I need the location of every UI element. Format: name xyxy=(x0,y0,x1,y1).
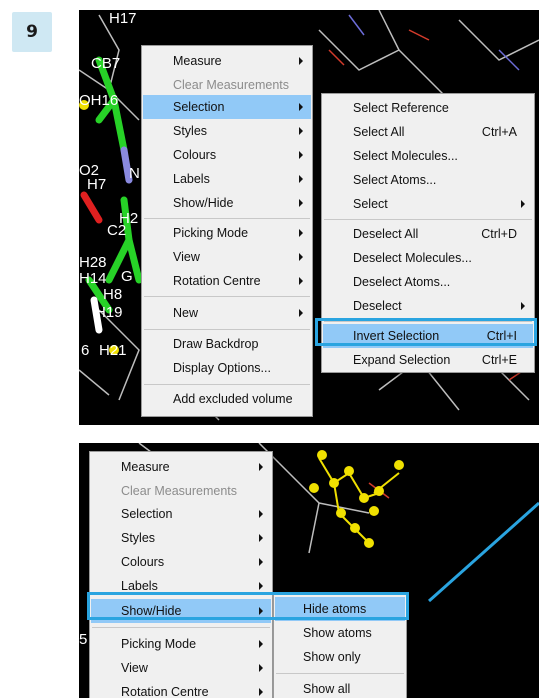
menu-item-rotation-centre[interactable]: Rotation Centre xyxy=(143,269,311,293)
atom-label: H28 xyxy=(79,254,107,271)
menu-item-view[interactable]: View xyxy=(143,245,311,269)
context-menu: Measure Clear Measurements Selection Sty… xyxy=(141,45,313,417)
atom-label: N xyxy=(129,165,140,182)
menu-item-deselect-molecules[interactable]: Deselect Molecules... xyxy=(323,246,533,270)
menu-separator xyxy=(144,384,310,385)
menu-item-styles[interactable]: Styles xyxy=(143,119,311,143)
menu-item-labels[interactable]: Labels xyxy=(143,167,311,191)
menu-separator xyxy=(324,219,532,220)
menu-item-picking-mode[interactable]: Picking Mode xyxy=(143,221,311,245)
menu-item-selection[interactable]: Selection xyxy=(143,95,311,119)
menu-item-show-hide[interactable]: Show/Hide xyxy=(143,191,311,215)
menu-item-select-molecules[interactable]: Select Molecules... xyxy=(323,144,533,168)
menu-item-new[interactable]: New xyxy=(143,301,311,325)
submenu-arrow-icon xyxy=(299,151,303,159)
submenu-arrow-icon xyxy=(521,302,525,310)
atom-label: 6 xyxy=(81,342,90,359)
atom-label: H14 xyxy=(79,270,107,287)
shortcut-label: Ctrl+D xyxy=(481,227,517,241)
menu-item-select-reference[interactable]: Select Reference xyxy=(323,96,533,120)
atom-label: H21 xyxy=(99,342,127,359)
atom-label: H7 xyxy=(87,176,107,193)
submenu-arrow-icon xyxy=(299,199,303,207)
menu-item-add-excluded-volume[interactable]: Add excluded volume xyxy=(143,387,311,411)
callout-connector-line xyxy=(428,501,539,603)
step-badge: 9 xyxy=(12,12,52,52)
menu-separator xyxy=(144,218,310,219)
menu-item-select-all[interactable]: Select All Ctrl+A xyxy=(323,120,533,144)
submenu-arrow-icon xyxy=(521,200,525,208)
atom-label: OH16 xyxy=(79,92,119,109)
submenu-arrow-icon xyxy=(299,103,303,111)
invert-selection-callout xyxy=(315,318,537,346)
menu-item-display-options[interactable]: Display Options... xyxy=(143,356,311,380)
submenu-arrow-icon xyxy=(299,127,303,135)
shortcut-label: Ctrl+E xyxy=(481,353,517,367)
menu-item-select-atoms[interactable]: Select Atoms... xyxy=(323,168,533,192)
menu-item-select[interactable]: Select xyxy=(323,192,533,216)
atom-label: CB7 xyxy=(91,55,121,72)
atom-label: H2 xyxy=(119,210,139,227)
menu-separator xyxy=(144,296,310,297)
submenu-arrow-icon xyxy=(299,175,303,183)
submenu-arrow-icon xyxy=(299,57,303,65)
atom-label: H17 xyxy=(109,10,137,27)
atom-label: H8 xyxy=(103,286,123,303)
menu-item-draw-backdrop[interactable]: Draw Backdrop xyxy=(143,332,311,356)
menu-item-deselect-atoms[interactable]: Deselect Atoms... xyxy=(323,270,533,294)
menu-item-measure[interactable]: Measure xyxy=(143,49,311,73)
submenu-arrow-icon xyxy=(299,309,303,317)
atom-label: G xyxy=(121,268,133,285)
submenu-arrow-icon xyxy=(299,253,303,261)
menu-item-clear-measurements[interactable]: Clear Measurements xyxy=(143,73,311,97)
menu-item-deselect-all[interactable]: Deselect All Ctrl+D xyxy=(323,222,533,246)
menu-item-deselect[interactable]: Deselect xyxy=(323,294,533,318)
shortcut-label: Ctrl+A xyxy=(481,125,517,139)
menu-separator xyxy=(144,329,310,330)
submenu-arrow-icon xyxy=(299,229,303,237)
menu-item-expand-selection[interactable]: Expand Selection Ctrl+E xyxy=(323,348,533,372)
top-molecule-viewport[interactable]: H17 CB7 OH16 O2 H7 N C2 H2 H28 H14 H8 H1… xyxy=(79,10,539,425)
step-number: 9 xyxy=(26,22,38,42)
atom-label: H19 xyxy=(95,304,123,321)
submenu-arrow-icon xyxy=(299,277,303,285)
bottom-molecule-viewport[interactable]: 5 Measure Clear Measurements Selection S… xyxy=(79,443,539,698)
menu-item-colours[interactable]: Colours xyxy=(143,143,311,167)
